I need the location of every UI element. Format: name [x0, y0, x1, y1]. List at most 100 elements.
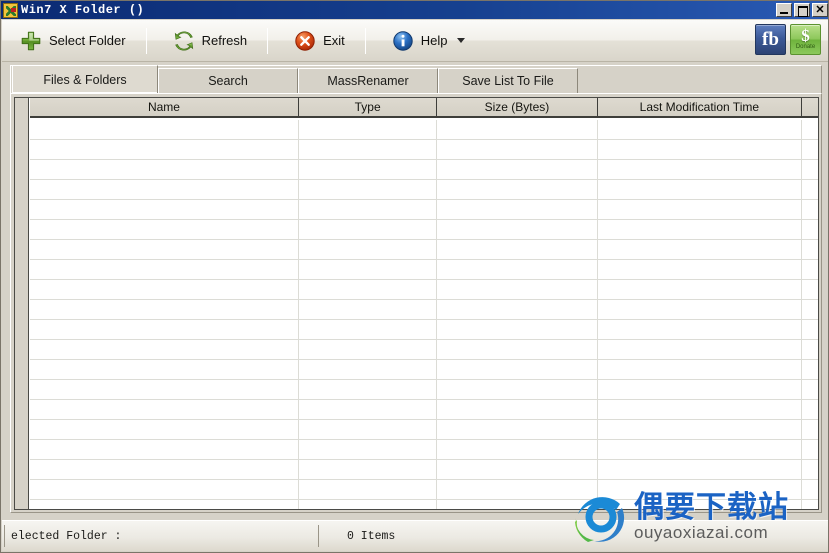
table-cell[interactable]	[437, 220, 598, 239]
table-cell[interactable]	[437, 500, 598, 509]
facebook-button[interactable]: fb	[755, 24, 786, 55]
table-cell[interactable]	[802, 440, 818, 459]
table-cell[interactable]	[598, 340, 803, 359]
table-row[interactable]	[30, 260, 818, 280]
table-cell[interactable]	[299, 460, 438, 479]
chevron-down-icon[interactable]	[456, 38, 465, 43]
table-cell[interactable]	[437, 240, 598, 259]
table-cell[interactable]	[299, 320, 438, 339]
table-cell[interactable]	[299, 420, 438, 439]
refresh-button[interactable]: Refresh	[161, 24, 260, 58]
table-cell[interactable]	[30, 260, 299, 279]
table-cell[interactable]	[30, 380, 299, 399]
table-cell[interactable]	[598, 380, 803, 399]
table-row[interactable]	[30, 460, 818, 480]
table-cell[interactable]	[299, 240, 438, 259]
table-cell[interactable]	[437, 200, 598, 219]
table-cell[interactable]	[598, 320, 803, 339]
table-cell[interactable]	[802, 160, 818, 179]
table-cell[interactable]	[598, 460, 803, 479]
table-cell[interactable]	[30, 400, 299, 419]
maximize-button[interactable]	[794, 3, 810, 17]
table-cell[interactable]	[299, 220, 438, 239]
table-cell[interactable]	[598, 240, 803, 259]
table-cell[interactable]	[299, 380, 438, 399]
table-cell[interactable]	[598, 180, 803, 199]
table-cell[interactable]	[802, 400, 818, 419]
column-header-filler[interactable]	[802, 98, 818, 116]
table-cell[interactable]	[598, 120, 803, 139]
table-cell[interactable]	[802, 260, 818, 279]
table-cell[interactable]	[299, 180, 438, 199]
table-row[interactable]	[30, 320, 818, 340]
table-cell[interactable]	[30, 120, 299, 139]
table-cell[interactable]	[30, 160, 299, 179]
table-cell[interactable]	[598, 440, 803, 459]
table-cell[interactable]	[802, 420, 818, 439]
table-cell[interactable]	[30, 360, 299, 379]
table-cell[interactable]	[299, 120, 438, 139]
help-button[interactable]: Help	[380, 24, 477, 58]
minimize-button[interactable]	[776, 3, 792, 17]
table-cell[interactable]	[437, 260, 598, 279]
table-cell[interactable]	[802, 500, 818, 509]
row-selector-gutter[interactable]	[15, 98, 29, 509]
table-row[interactable]	[30, 220, 818, 240]
tab-save-list-to-file[interactable]: Save List To File	[438, 68, 578, 93]
table-cell[interactable]	[299, 160, 438, 179]
table-cell[interactable]	[437, 360, 598, 379]
table-cell[interactable]	[30, 340, 299, 359]
table-cell[interactable]	[30, 180, 299, 199]
table-cell[interactable]	[802, 300, 818, 319]
table-cell[interactable]	[437, 180, 598, 199]
exit-button[interactable]: Exit	[282, 24, 357, 58]
table-cell[interactable]	[30, 480, 299, 499]
table-cell[interactable]	[598, 360, 803, 379]
table-row[interactable]	[30, 180, 818, 200]
table-cell[interactable]	[437, 320, 598, 339]
table-cell[interactable]	[299, 200, 438, 219]
table-cell[interactable]	[598, 280, 803, 299]
table-row[interactable]	[30, 360, 818, 380]
table-cell[interactable]	[299, 500, 438, 509]
column-header-size[interactable]: Size (Bytes)	[437, 98, 598, 116]
table-cell[interactable]	[598, 480, 803, 499]
table-cell[interactable]	[299, 400, 438, 419]
table-cell[interactable]	[299, 440, 438, 459]
table-cell[interactable]	[30, 320, 299, 339]
table-cell[interactable]	[437, 120, 598, 139]
table-row[interactable]	[30, 160, 818, 180]
table-row[interactable]	[30, 280, 818, 300]
table-row[interactable]	[30, 240, 818, 260]
table-cell[interactable]	[598, 140, 803, 159]
table-cell[interactable]	[30, 420, 299, 439]
table-cell[interactable]	[437, 400, 598, 419]
table-cell[interactable]	[802, 120, 818, 139]
table-cell[interactable]	[30, 220, 299, 239]
table-cell[interactable]	[802, 320, 818, 339]
table-cell[interactable]	[802, 240, 818, 259]
table-cell[interactable]	[30, 500, 299, 509]
table-row[interactable]	[30, 480, 818, 500]
table-row[interactable]	[30, 380, 818, 400]
file-list-body[interactable]	[30, 120, 818, 509]
column-header-name[interactable]: Name	[30, 98, 299, 116]
column-header-type[interactable]: Type	[298, 98, 438, 116]
table-cell[interactable]	[30, 440, 299, 459]
table-row[interactable]	[30, 140, 818, 160]
table-cell[interactable]	[598, 420, 803, 439]
table-row[interactable]	[30, 400, 818, 420]
table-row[interactable]	[30, 340, 818, 360]
table-cell[interactable]	[437, 300, 598, 319]
table-row[interactable]	[30, 200, 818, 220]
table-cell[interactable]	[437, 280, 598, 299]
table-cell[interactable]	[437, 420, 598, 439]
table-cell[interactable]	[299, 300, 438, 319]
table-row[interactable]	[30, 420, 818, 440]
tab-search[interactable]: Search	[158, 68, 298, 93]
table-cell[interactable]	[802, 460, 818, 479]
table-cell[interactable]	[299, 140, 438, 159]
close-button[interactable]: ✕	[812, 3, 828, 17]
table-cell[interactable]	[299, 280, 438, 299]
table-row[interactable]	[30, 120, 818, 140]
